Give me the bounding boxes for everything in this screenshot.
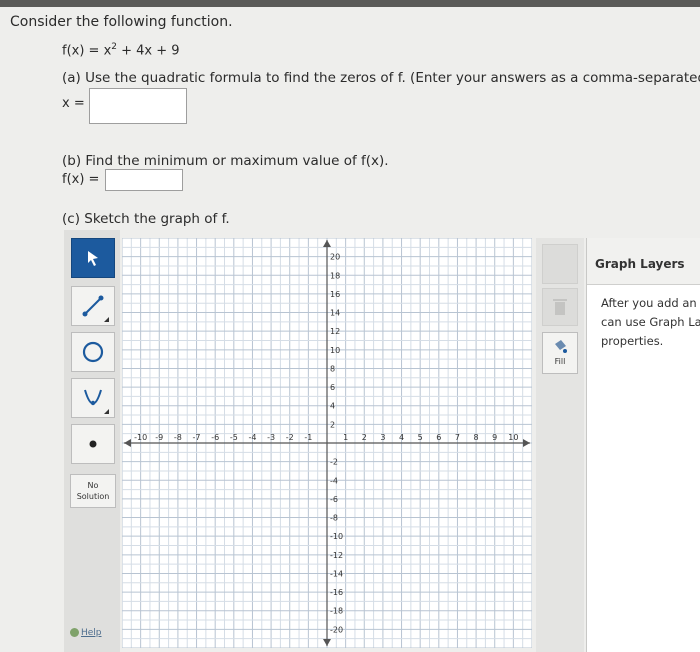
x-tick-label: -5 bbox=[230, 433, 238, 442]
part-b-prompt: (b) Find the minimum or maximum value of… bbox=[62, 153, 389, 169]
x-tick-label: 9 bbox=[492, 433, 497, 442]
delete-tool-button bbox=[542, 288, 578, 326]
layer-tool-button bbox=[542, 244, 578, 284]
graph-layers-header: Graph Layers bbox=[587, 238, 700, 285]
graph-layers-title: Graph Layers bbox=[595, 257, 685, 271]
x-tick-label: -3 bbox=[267, 433, 275, 442]
min-max-answer-input[interactable] bbox=[105, 169, 183, 191]
help-link[interactable]: Help bbox=[70, 628, 102, 638]
select-tool-button[interactable] bbox=[71, 238, 115, 278]
part-b-label: f(x) = bbox=[62, 172, 100, 187]
paint-bucket-icon bbox=[555, 340, 567, 353]
x-tick-label: 1 bbox=[343, 433, 348, 442]
circle-tool-button[interactable] bbox=[71, 332, 115, 372]
parabola-tool-button[interactable] bbox=[71, 378, 115, 418]
question-intro: Consider the following function. bbox=[10, 14, 233, 30]
graph-layers-panel: Graph Layers After you add an o can use … bbox=[586, 238, 700, 652]
y-tick-label: -18 bbox=[330, 607, 343, 616]
coordinate-grid[interactable]: -10 -9 -8 -7 -6 -5 -4 -3 -2 -1 1 2 3 4 5 6 7 8 9 1020181614… bbox=[121, 237, 533, 649]
y-tick-label: -4 bbox=[330, 476, 338, 485]
top-bar bbox=[0, 0, 700, 7]
x-tick-label: 3 bbox=[380, 433, 385, 442]
x-tick-label: -8 bbox=[174, 433, 182, 442]
y-tick-label: 14 bbox=[330, 309, 340, 318]
x-tick-label: -1 bbox=[304, 433, 312, 442]
x-tick-label: 8 bbox=[474, 433, 479, 442]
no-solution-button[interactable]: No Solution bbox=[70, 474, 116, 508]
graph-layers-description: After you add an o can use Graph La prop… bbox=[601, 296, 700, 348]
x-tick-label: 6 bbox=[436, 433, 441, 442]
trash-icon bbox=[553, 299, 567, 315]
y-tick-label: 20 bbox=[330, 253, 340, 262]
x-tick-label: -4 bbox=[248, 433, 256, 442]
y-tick-label: 2 bbox=[330, 420, 335, 429]
y-tick-label: 18 bbox=[330, 271, 340, 280]
x-tick-label: 4 bbox=[399, 433, 404, 442]
graph-right-toolbar: Fill bbox=[536, 238, 584, 652]
help-icon bbox=[70, 628, 79, 637]
point-icon bbox=[89, 440, 97, 448]
y-tick-label: 12 bbox=[330, 327, 340, 336]
y-tick-label: -10 bbox=[330, 532, 343, 541]
y-tick-label: 10 bbox=[330, 346, 340, 355]
x-tick-label: 5 bbox=[418, 433, 423, 442]
x-tick-label: 7 bbox=[455, 433, 460, 442]
graph-tool-panel: No Solution Help bbox=[64, 230, 120, 652]
part-c-prompt: (c) Sketch the graph of f. bbox=[62, 211, 230, 227]
x-tick-label: 2 bbox=[362, 433, 367, 442]
circle-icon bbox=[82, 341, 104, 363]
y-tick-label: 8 bbox=[330, 364, 335, 373]
zeros-answer-input[interactable] bbox=[89, 88, 187, 124]
x-tick-label: 10 bbox=[508, 433, 518, 442]
point-tool-button[interactable] bbox=[71, 424, 115, 464]
line-tool-button[interactable] bbox=[71, 286, 115, 326]
y-tick-label: 6 bbox=[330, 383, 335, 392]
y-tick-label: 4 bbox=[330, 402, 335, 411]
x-tick-label: -10 bbox=[134, 433, 147, 442]
y-tick-label: -8 bbox=[330, 514, 338, 523]
y-tick-label: -20 bbox=[330, 625, 343, 634]
y-tick-label: -16 bbox=[330, 588, 343, 597]
x-tick-label: -9 bbox=[155, 433, 163, 442]
y-tick-label: -12 bbox=[330, 551, 343, 560]
part-a-prompt: (a) Use the quadratic formula to find th… bbox=[62, 70, 700, 86]
function-definition: f(x) = x2 + 4x + 9 bbox=[62, 42, 180, 59]
y-tick-label: 16 bbox=[330, 290, 340, 299]
y-tick-label: -6 bbox=[330, 495, 338, 504]
part-a-label: x = bbox=[62, 96, 85, 111]
x-tick-label: -7 bbox=[193, 433, 201, 442]
fill-label: Fill bbox=[554, 357, 566, 366]
y-tick-label: -14 bbox=[330, 569, 343, 578]
line-icon bbox=[82, 295, 109, 322]
fill-tool-button[interactable]: Fill bbox=[542, 332, 578, 374]
pointer-arrow-icon bbox=[88, 251, 98, 266]
parabola-icon bbox=[84, 389, 109, 414]
x-tick-label: -2 bbox=[286, 433, 294, 442]
y-tick-label: -2 bbox=[330, 458, 338, 467]
graph-area[interactable]: -10 -9 -8 -7 -6 -5 -4 -3 -2 -1 1 2 3 4 5 6 7 8 9 10 20 18 16 14… bbox=[121, 237, 533, 649]
x-tick-label: -6 bbox=[211, 433, 219, 442]
